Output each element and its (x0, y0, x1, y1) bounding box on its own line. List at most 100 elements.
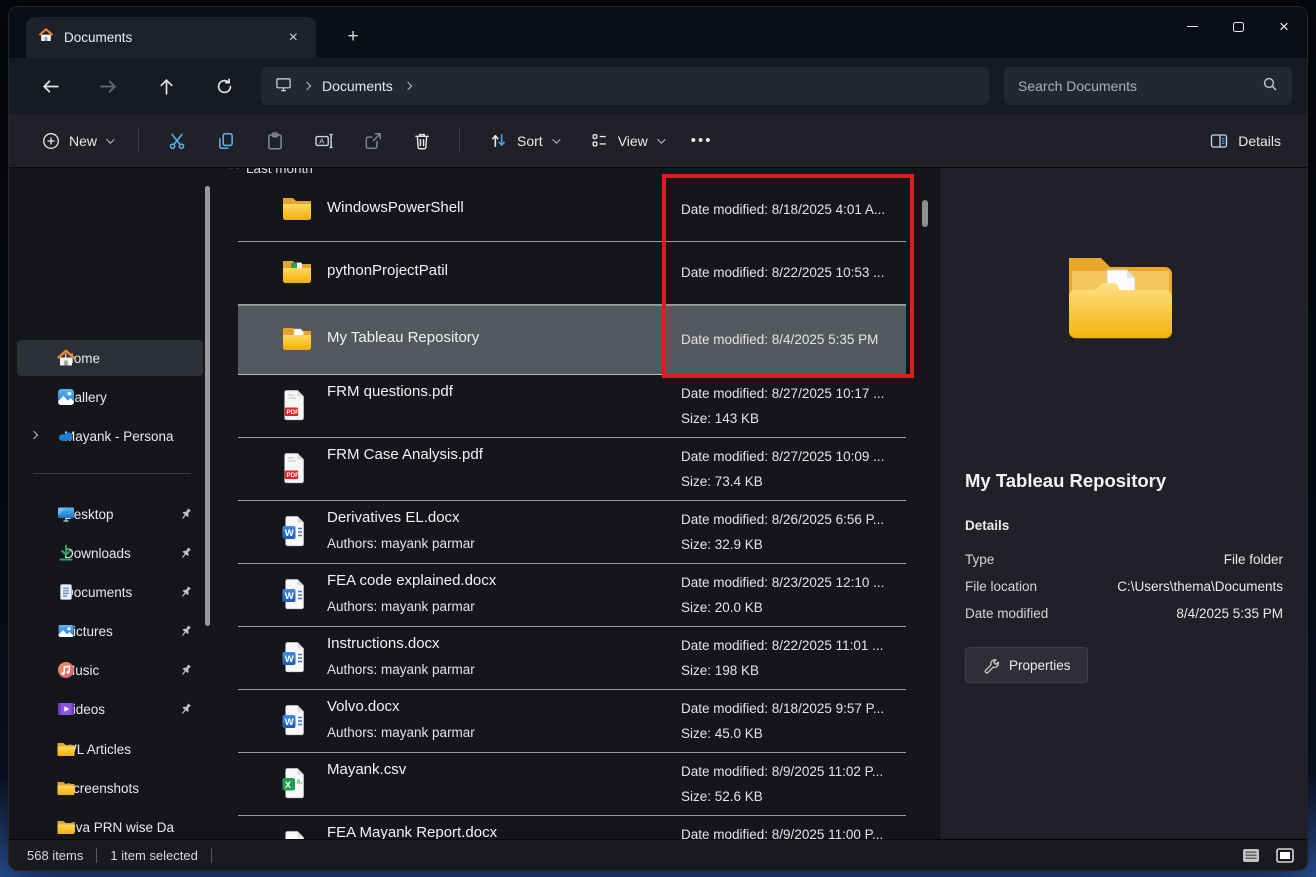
new-tab-button[interactable]: + (339, 24, 367, 50)
share-button[interactable] (351, 122, 394, 160)
detail-field-modified: Date modified8/4/2025 5:35 PM (965, 606, 1283, 626)
view-button[interactable]: View (578, 122, 675, 160)
svg-text:W: W (285, 717, 294, 728)
music-icon (56, 660, 76, 680)
file-row[interactable]: W FEA code explained.docx Authors: mayan… (238, 564, 906, 627)
new-button[interactable]: New (29, 122, 125, 160)
sidebar-item-downloads[interactable]: Downloads (17, 535, 203, 571)
sidebar-item-music[interactable]: Music (17, 652, 203, 688)
items-count: 568 items (27, 848, 83, 863)
group-collapse-icon[interactable] (230, 168, 238, 172)
file-row[interactable]: pythonProjectPatil Date modified: 8/22/2… (238, 242, 906, 305)
word-icon: W (281, 515, 313, 547)
delete-button[interactable] (400, 122, 443, 160)
svg-text:PDF: PDF (287, 472, 300, 479)
breadcrumb[interactable]: Documents (261, 67, 989, 105)
breadcrumb-segment[interactable]: Documents (322, 78, 393, 94)
cut-button[interactable] (155, 122, 198, 160)
tab-strip: Documents × + × (9, 7, 1307, 58)
details-pane-toggle[interactable]: Details (1205, 131, 1285, 151)
folder-icon (56, 778, 76, 798)
file-row[interactable]: WindowsPowerShell Date modified: 8/18/20… (238, 179, 906, 242)
sidebar-item-viva-prn[interactable]: Viva PRN wise Da (17, 809, 203, 839)
search-icon (1262, 76, 1278, 97)
maximize-button[interactable] (1215, 7, 1261, 46)
folder-document-icon (281, 324, 313, 356)
pin-icon (176, 504, 196, 524)
sidebar-item-home[interactable]: Home (17, 340, 203, 376)
desktop-icon (56, 504, 76, 524)
gallery-icon (56, 387, 76, 407)
pin-icon (176, 621, 196, 641)
share-icon (363, 131, 383, 151)
svg-text:PDF: PDF (287, 409, 300, 416)
back-button[interactable] (29, 68, 71, 104)
file-list-scrollbar[interactable] (922, 200, 928, 227)
properties-button[interactable]: Properties (965, 647, 1088, 683)
wrench-icon (982, 657, 999, 674)
sidebar-item-videos[interactable]: Videos (17, 691, 203, 727)
downloads-icon (56, 543, 76, 563)
pin-icon (176, 660, 196, 680)
pdf-icon: PDF (281, 452, 313, 484)
videos-icon (56, 699, 76, 719)
rename-button[interactable]: A (302, 122, 345, 160)
this-pc-icon (275, 76, 292, 96)
view-icon (590, 131, 609, 150)
documents-icon (56, 582, 76, 602)
sidebar-item-desktop[interactable]: Desktop (17, 496, 203, 532)
sidebar-item-gallery[interactable]: Gallery (17, 379, 203, 415)
sidebar-item-pictures[interactable]: Pictures (17, 613, 203, 649)
word-icon: W (281, 704, 313, 736)
sidebar-item-documents[interactable]: Documents (17, 574, 203, 610)
pin-icon (176, 699, 196, 719)
details-section-label: Details (965, 518, 1009, 533)
expand-chevron-icon[interactable] (30, 431, 38, 439)
pin-icon (176, 582, 196, 602)
file-row[interactable]: W Volvo.docx Authors: mayank parmar Date… (238, 690, 906, 753)
sort-button[interactable]: Sort (477, 122, 570, 160)
command-bar: New A Sort View (9, 114, 1307, 168)
sidebar-item-onedrive[interactable]: Mayank - Persona (17, 418, 203, 454)
details-view-toggle[interactable] (1239, 845, 1263, 865)
detail-field-location: File locationC:\Users\thema\Documents (965, 579, 1283, 599)
sidebar-item-screenshots[interactable]: Screenshots (17, 770, 203, 806)
refresh-button[interactable] (203, 68, 245, 104)
breadcrumb-chevron-icon (404, 82, 412, 90)
pin-icon (176, 543, 196, 563)
excel-icon: Xa, (281, 767, 313, 799)
sidebar-item-wl-articles[interactable]: WL Articles (17, 731, 203, 767)
search-input[interactable]: Search Documents (1004, 67, 1292, 105)
content-area: Home Gallery Mayank - Persona Desktop Do… (9, 168, 1307, 839)
group-header[interactable]: Last month (231, 168, 313, 179)
file-explorer-window: Documents × + × Documents (8, 6, 1308, 871)
svg-text:W: W (285, 654, 294, 665)
forward-button[interactable] (87, 68, 129, 104)
file-row[interactable]: Xa, Mayank.csv Date modified: 8/9/2025 1… (238, 753, 906, 816)
details-pane: My Tableau Repository Details TypeFile f… (939, 168, 1307, 839)
file-row[interactable]: W Derivatives EL.docx Authors: mayank pa… (238, 501, 906, 564)
home-tab-icon (38, 27, 54, 48)
folder-open-icon (1055, 240, 1185, 350)
close-button[interactable]: × (1261, 7, 1307, 46)
file-row-selected[interactable]: My Tableau Repository Date modified: 8/4… (238, 305, 906, 375)
folder-icon (56, 739, 76, 759)
up-button[interactable] (145, 68, 187, 104)
minimize-button[interactable] (1169, 7, 1215, 46)
file-row[interactable]: W FEA Mayank Report.docx Date modified: … (238, 816, 906, 839)
tab-documents[interactable]: Documents × (26, 17, 316, 58)
file-row[interactable]: PDF FRM Case Analysis.pdf Date modified:… (238, 438, 906, 501)
tab-close-icon[interactable]: × (283, 28, 304, 48)
svg-text:W: W (285, 528, 294, 539)
sort-icon (489, 131, 508, 150)
details-panel-icon (1209, 131, 1229, 151)
file-row[interactable]: W Instructions.docx Authors: mayank parm… (238, 627, 906, 690)
paste-button[interactable] (253, 122, 296, 160)
pdf-icon: PDF (281, 389, 313, 421)
file-row[interactable]: PDF FRM questions.pdf Date modified: 8/2… (238, 375, 906, 438)
see-more-button[interactable]: ••• (679, 132, 725, 149)
sidebar-scrollbar[interactable] (205, 186, 210, 626)
pictures-icon (56, 621, 76, 641)
thumbnail-view-toggle[interactable] (1273, 845, 1297, 865)
copy-button[interactable] (204, 122, 247, 160)
